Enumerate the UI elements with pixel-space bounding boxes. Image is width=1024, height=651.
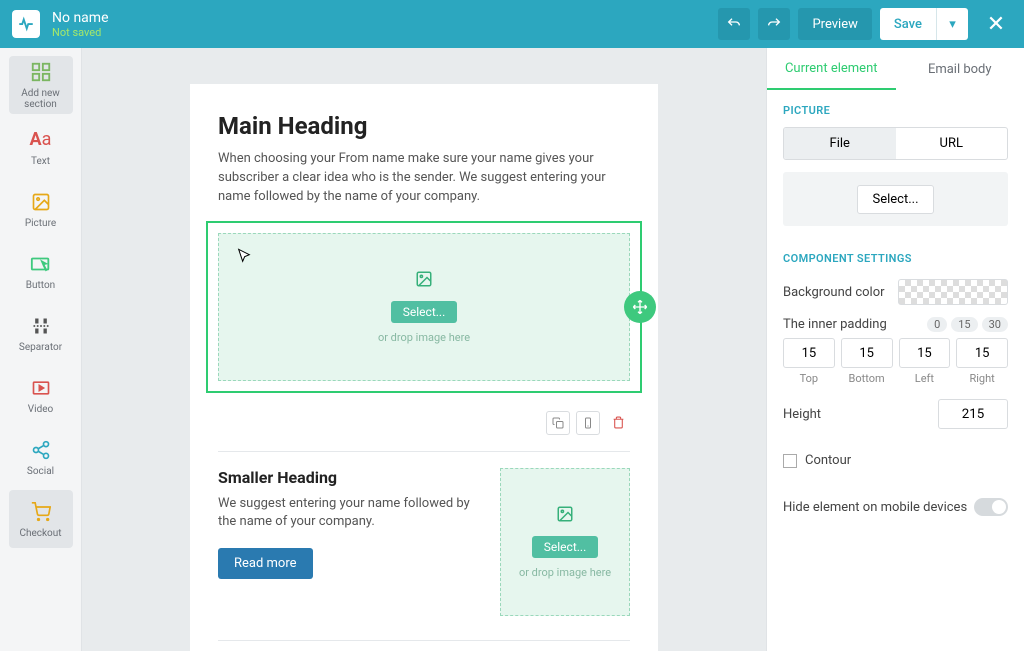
save-group: Save ▾	[880, 8, 968, 40]
social-icon	[29, 438, 53, 462]
pad-label-left: Left	[915, 372, 934, 385]
tab-file[interactable]: File	[784, 128, 896, 159]
button-icon	[29, 252, 53, 276]
undo-button[interactable]	[718, 8, 750, 40]
sidebar-item-social[interactable]: Social	[9, 428, 73, 486]
padding-pill-30[interactable]: 30	[982, 317, 1008, 332]
image-placeholder[interactable]: Select... or drop image here	[218, 233, 630, 381]
read-more-button[interactable]: Read more	[218, 548, 313, 579]
save-dropdown-button[interactable]: ▾	[936, 8, 968, 40]
sidebar-item-text[interactable]: Aa Text	[9, 118, 73, 176]
email-body: Main Heading When choosing your From nam…	[190, 84, 658, 651]
sidebar-item-label: Checkout	[19, 528, 61, 539]
intro-paragraph[interactable]: When choosing your From name make sure y…	[218, 150, 630, 207]
tab-email-body[interactable]: Email body	[896, 48, 1024, 90]
pad-label-bottom: Bottom	[849, 372, 885, 385]
app-header: No name Not saved Preview Save ▾ ✕	[0, 0, 1024, 48]
padding-right-input[interactable]	[956, 338, 1008, 368]
panel-tabs: Current element Email body	[767, 48, 1024, 90]
file-url-tabs: File URL	[783, 127, 1008, 160]
contour-label: Contour	[805, 453, 851, 468]
redo-button[interactable]	[758, 8, 790, 40]
padding-label: The inner padding	[783, 317, 887, 332]
sidebar-item-label: Text	[31, 156, 50, 167]
separator-icon	[29, 314, 53, 338]
divider	[218, 640, 630, 641]
delete-button[interactable]	[606, 411, 630, 435]
image-placeholder-small[interactable]: Select... or drop image here	[500, 468, 630, 616]
sub-heading[interactable]: Smaller Heading	[218, 468, 488, 487]
select-file-button[interactable]: Select...	[857, 185, 933, 214]
app-logo	[12, 10, 40, 38]
sidebar-item-label: Add new section	[9, 88, 73, 110]
drop-hint: or drop image here	[378, 331, 470, 344]
save-status: Not saved	[52, 26, 710, 39]
padding-bottom-input[interactable]	[841, 338, 893, 368]
pad-label-top: Top	[800, 372, 818, 385]
title-area: No name Not saved	[52, 10, 710, 39]
block-actions	[218, 411, 630, 435]
sidebar-item-checkout[interactable]: Checkout	[9, 490, 73, 548]
tab-url[interactable]: URL	[896, 128, 1008, 159]
height-input[interactable]	[938, 399, 1008, 429]
height-label: Height	[783, 407, 821, 422]
sidebar-item-video[interactable]: Video	[9, 366, 73, 424]
duplicate-button[interactable]	[546, 411, 570, 435]
close-button[interactable]: ✕	[980, 12, 1012, 37]
left-sidebar: Add new section Aa Text Picture Button S…	[0, 48, 82, 651]
sidebar-item-label: Separator	[19, 342, 62, 353]
padding-left-input[interactable]	[899, 338, 951, 368]
pad-label-right: Right	[969, 372, 994, 385]
file-select-box: Select...	[783, 172, 1008, 226]
select-image-button[interactable]: Select...	[391, 301, 457, 323]
sidebar-item-button[interactable]: Button	[9, 242, 73, 300]
sidebar-item-separator[interactable]: Separator	[9, 304, 73, 362]
grid-icon	[29, 60, 53, 84]
canvas-area[interactable]: Main Heading When choosing your From nam…	[82, 48, 766, 651]
image-icon	[556, 505, 574, 528]
sub-paragraph[interactable]: We suggest entering your name followed b…	[218, 495, 488, 533]
sidebar-item-label: Social	[27, 466, 54, 477]
cart-icon	[29, 500, 53, 524]
save-block-mobile-button[interactable]	[576, 411, 600, 435]
padding-pill-15[interactable]: 15	[951, 317, 977, 332]
section-label-component: COMPONENT SETTINGS	[783, 252, 1008, 265]
drag-handle[interactable]	[624, 291, 656, 323]
sidebar-item-label: Video	[28, 404, 53, 415]
template-title: No name	[52, 10, 710, 26]
save-button[interactable]: Save	[880, 8, 936, 40]
padding-pill-0[interactable]: 0	[927, 317, 947, 332]
divider	[218, 451, 630, 452]
video-icon	[29, 376, 53, 400]
picture-icon	[29, 190, 53, 214]
selected-picture-block[interactable]: Select... or drop image here	[206, 221, 642, 393]
two-column-row: Smaller Heading We suggest entering your…	[218, 468, 630, 616]
section-label-picture: PICTURE	[783, 104, 1008, 117]
bg-color-swatch[interactable]	[898, 279, 1008, 305]
text-icon: Aa	[29, 128, 53, 152]
select-image-button[interactable]: Select...	[532, 536, 598, 558]
drop-hint: or drop image here	[519, 566, 611, 579]
hide-mobile-label: Hide element on mobile devices	[783, 500, 967, 515]
tab-current-element[interactable]: Current element	[767, 48, 896, 90]
sidebar-item-add-section[interactable]: Add new section	[9, 56, 73, 114]
right-panel: Current element Email body PICTURE File …	[766, 48, 1024, 651]
bg-color-label: Background color	[783, 285, 885, 300]
sidebar-item-picture[interactable]: Picture	[9, 180, 73, 238]
padding-presets: 0 15 30	[927, 317, 1008, 332]
sidebar-item-label: Picture	[25, 218, 56, 229]
padding-top-input[interactable]	[783, 338, 835, 368]
sidebar-item-label: Button	[26, 280, 55, 291]
image-icon	[415, 270, 433, 293]
contour-checkbox[interactable]	[783, 454, 797, 468]
main-heading[interactable]: Main Heading	[218, 112, 630, 140]
hide-mobile-toggle[interactable]	[974, 498, 1008, 516]
preview-button[interactable]: Preview	[798, 8, 871, 40]
